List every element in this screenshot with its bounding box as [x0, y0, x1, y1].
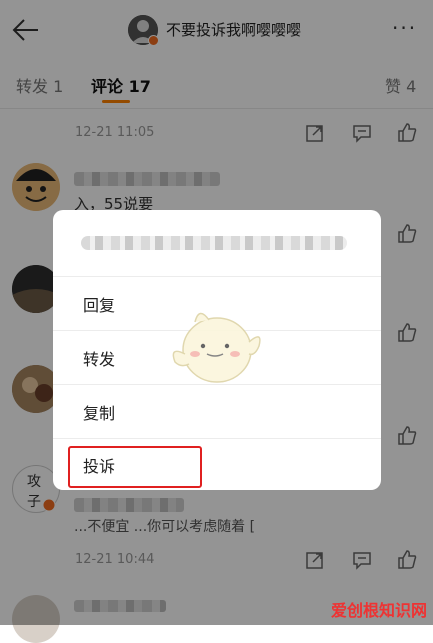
report-highlight-box [68, 446, 202, 488]
menu-header [53, 210, 381, 277]
context-menu: 回复 转发 复制 投诉 [53, 210, 381, 490]
menu-item-label: 复制 [83, 404, 116, 423]
menu-item-copy[interactable]: 复制 [53, 385, 381, 439]
mascot-sticker-icon [172, 312, 261, 383]
menu-item-label: 回复 [83, 296, 116, 315]
blurred-comment-preview [81, 236, 347, 250]
menu-item-label: 转发 [83, 350, 116, 369]
watermark: 爱创根知识网 [331, 597, 427, 621]
watermark-text: 爱创根知识网 [330, 601, 427, 620]
